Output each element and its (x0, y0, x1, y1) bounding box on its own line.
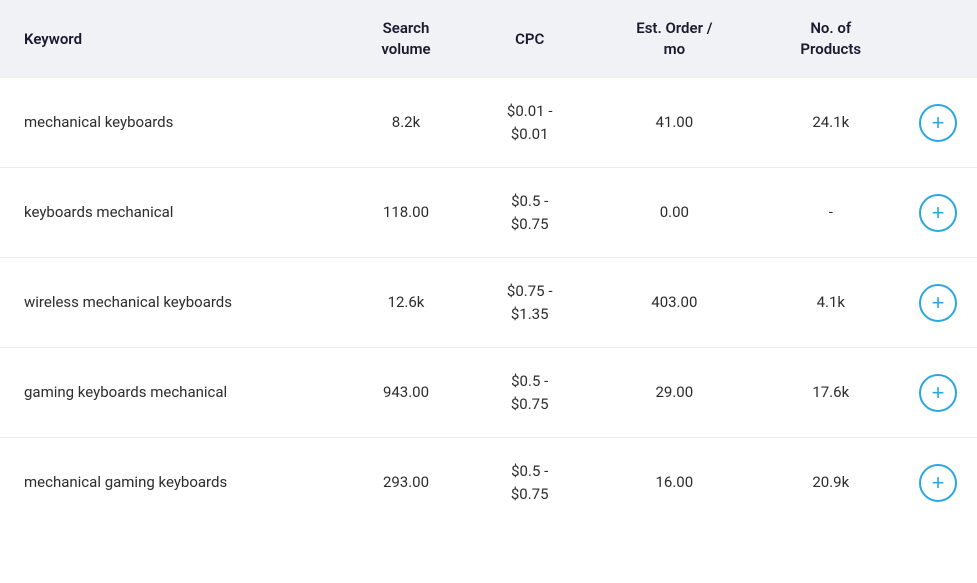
col-header-search-volume: Searchvolume (343, 0, 470, 78)
cell-est-order: 16.00 (590, 438, 758, 528)
cell-keyword: wireless mechanical keyboards (0, 258, 343, 348)
cell-search-volume: 12.6k (343, 258, 470, 348)
cell-action: + (903, 438, 977, 528)
table-row: gaming keyboards mechanical943.00$0.5 -$… (0, 348, 977, 438)
cell-keyword: gaming keyboards mechanical (0, 348, 343, 438)
cell-no-products: 24.1k (759, 78, 903, 168)
col-header-action (903, 0, 977, 78)
cell-cpc: $0.5 -$0.75 (469, 348, 590, 438)
add-keyword-button[interactable]: + (919, 104, 957, 142)
cell-keyword: mechanical keyboards (0, 78, 343, 168)
cell-est-order: 29.00 (590, 348, 758, 438)
add-keyword-button[interactable]: + (919, 194, 957, 232)
col-header-est-order: Est. Order /mo (590, 0, 758, 78)
cell-cpc: $0.5 -$0.75 (469, 438, 590, 528)
cell-action: + (903, 348, 977, 438)
col-header-cpc: CPC (469, 0, 590, 78)
cell-est-order: 0.00 (590, 168, 758, 258)
table-row: mechanical keyboards8.2k$0.01 -$0.0141.0… (0, 78, 977, 168)
cell-est-order: 403.00 (590, 258, 758, 348)
cell-keyword: keyboards mechanical (0, 168, 343, 258)
cell-search-volume: 943.00 (343, 348, 470, 438)
cell-no-products: 17.6k (759, 348, 903, 438)
cell-no-products: - (759, 168, 903, 258)
col-header-keyword: Keyword (0, 0, 343, 78)
header-row: Keyword Searchvolume CPC Est. Order /mo … (0, 0, 977, 78)
cell-cpc: $0.01 -$0.01 (469, 78, 590, 168)
cell-action: + (903, 258, 977, 348)
cell-cpc: $0.5 -$0.75 (469, 168, 590, 258)
add-keyword-button[interactable]: + (919, 374, 957, 412)
cell-search-volume: 8.2k (343, 78, 470, 168)
cell-search-volume: 118.00 (343, 168, 470, 258)
add-keyword-button[interactable]: + (919, 464, 957, 502)
cell-keyword: mechanical gaming keyboards (0, 438, 343, 528)
add-keyword-button[interactable]: + (919, 284, 957, 322)
cell-est-order: 41.00 (590, 78, 758, 168)
table-body: mechanical keyboards8.2k$0.01 -$0.0141.0… (0, 78, 977, 527)
table-header: Keyword Searchvolume CPC Est. Order /mo … (0, 0, 977, 78)
table-row: wireless mechanical keyboards12.6k$0.75 … (0, 258, 977, 348)
table-row: keyboards mechanical118.00$0.5 -$0.750.0… (0, 168, 977, 258)
keyword-table-container: Keyword Searchvolume CPC Est. Order /mo … (0, 0, 977, 527)
cell-action: + (903, 168, 977, 258)
cell-no-products: 4.1k (759, 258, 903, 348)
cell-action: + (903, 78, 977, 168)
col-header-no-products: No. ofProducts (759, 0, 903, 78)
keyword-table: Keyword Searchvolume CPC Est. Order /mo … (0, 0, 977, 527)
cell-search-volume: 293.00 (343, 438, 470, 528)
cell-no-products: 20.9k (759, 438, 903, 528)
cell-cpc: $0.75 -$1.35 (469, 258, 590, 348)
table-row: mechanical gaming keyboards293.00$0.5 -$… (0, 438, 977, 528)
